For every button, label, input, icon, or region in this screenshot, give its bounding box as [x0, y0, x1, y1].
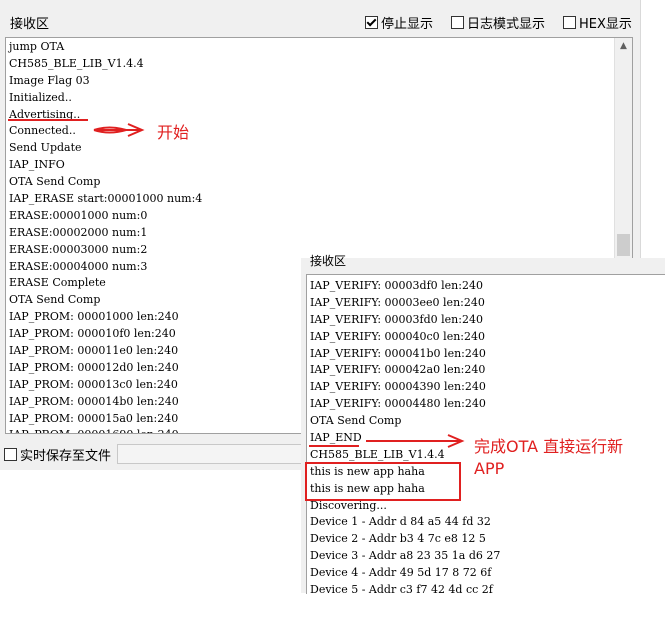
log-line: CH585_BLE_LIB_V1.4.4 — [9, 56, 144, 70]
log-line: IAP_PROM: 000015a0 len:240 — [9, 411, 179, 425]
log-line: IAP_VERIFY: 000042a0 len:240 — [310, 363, 486, 377]
start-arrow-icon — [93, 123, 145, 137]
save-file-path-field[interactable] — [117, 444, 319, 464]
log-line: OTA Send Comp — [310, 414, 402, 428]
log-line: IAP_ERASE start:00001000 num:4 — [9, 192, 203, 206]
log-line: OTA Send Comp — [9, 175, 101, 189]
start-annotation: 开始 — [157, 123, 190, 142]
stop-display-checkbox[interactable]: 停止显示 — [365, 13, 433, 32]
log-line: IAP_VERIFY: 000041b0 len:240 — [310, 346, 486, 360]
log-line: OTA Send Comp — [9, 293, 101, 307]
log-line: IAP_VERIFY: 000040c0 len:240 — [310, 329, 485, 343]
log-line: IAP_PROM: 000012d0 len:240 — [9, 360, 179, 374]
complete-annotation-line2: APP — [474, 459, 505, 478]
log-line: Device 5 - Addr c3 f7 42 4d cc 2f — [310, 583, 493, 594]
log-lines: jump OTA CH585_BLE_LIB_V1.4.4 Image Flag 0… — [9, 39, 203, 433]
iap-end-underline — [309, 445, 359, 447]
log-line: IAP_PROM: 000010f0 len:240 — [9, 327, 176, 341]
receive-title: 接收区 — [10, 17, 50, 32]
log-line: Device 2 - Addr b3 4 7c e8 12 5 — [310, 532, 486, 546]
log-line: IAP_PROM: 000013c0 len:240 — [9, 377, 178, 391]
log-line: IAP_INFO — [9, 158, 65, 172]
log-line: IAP_VERIFY: 00004480 len:240 — [310, 397, 486, 411]
log-line: ERASE:00001000 num:0 — [9, 208, 148, 222]
receive-panel-overlay: 接收区 IAP_VERIFY: 00003df0 len:240 IAP_VERI… — [301, 254, 665, 594]
log-line: Device 4 - Addr 49 5d 17 8 72 6f — [310, 566, 492, 580]
log-line: Device 1 - Addr d 84 a5 44 fd 32 — [310, 515, 491, 529]
scroll-up-icon[interactable]: ▲ — [615, 38, 632, 55]
log-line: IAP_VERIFY: 00003fd0 len:240 — [310, 312, 483, 326]
log-line: ERASE:00002000 num:1 — [9, 225, 148, 239]
log-line: IAP_PROM: 000011e0 len:240 — [9, 344, 179, 358]
advertising-underline — [8, 119, 88, 121]
log-line: ERASE:00004000 num:3 — [9, 259, 148, 273]
log-line: Device 3 - Addr a8 23 35 1a d6 27 — [310, 549, 501, 563]
scroll-thumb[interactable] — [617, 234, 630, 256]
log-line: Initialized.. — [9, 90, 72, 104]
hex-display-checkbox[interactable]: HEX显示 — [563, 13, 632, 32]
log-line: Image Flag 03 — [9, 73, 90, 87]
log-line: IAP_PROM: 00001000 len:240 — [9, 310, 179, 324]
log-mode-checkbox[interactable]: 日志模式显示 — [451, 13, 545, 32]
checkbox-empty-icon — [451, 16, 464, 29]
receive-titlebar: 接收区 停止显示 日志模式显示 HEX显示 — [0, 0, 640, 38]
checkbox-checked-icon — [365, 16, 378, 29]
log-line: ERASE Complete — [9, 276, 106, 290]
checkbox-empty-icon — [4, 448, 17, 461]
log-line: IAP_VERIFY: 00004390 len:240 — [310, 380, 486, 394]
log-line: IAP_VERIFY: 00003df0 len:240 — [310, 279, 483, 292]
checkbox-empty-icon — [563, 16, 576, 29]
log-line: IAP_VERIFY: 00003ee0 len:240 — [310, 295, 485, 309]
complete-arrow-icon — [366, 434, 465, 448]
complete-annotation-line1: 完成OTA 直接运行新 — [474, 437, 624, 456]
log-line: ERASE:00003000 num:2 — [9, 242, 148, 256]
log-line: IAP_PROM: 00001690 len:240 — [9, 427, 202, 433]
new-app-highlight-box — [305, 462, 461, 501]
save-to-file-checkbox[interactable]: 实时保存至文件 — [4, 445, 111, 464]
log-line: IAP_PROM: 000014b0 len:240 — [9, 394, 179, 408]
log-line: jump OTA — [9, 40, 65, 53]
receive-title-overlay: 接收区 — [310, 254, 347, 268]
